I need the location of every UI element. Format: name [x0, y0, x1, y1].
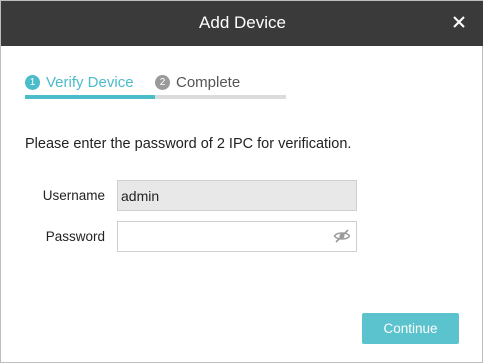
username-field[interactable]: [117, 180, 357, 211]
close-icon[interactable]: [448, 11, 470, 33]
password-field[interactable]: [117, 221, 357, 252]
eye-slash-icon[interactable]: [333, 228, 351, 244]
password-label: Password: [45, 229, 105, 244]
step-number: 2: [155, 74, 170, 90]
step-number: 1: [25, 74, 40, 90]
add-device-dialog: Add Device 1 Verify Device 2 Complete Pl…: [0, 0, 483, 363]
instruction-text: Please enter the password of 2 IPC for v…: [25, 136, 352, 152]
step-complete: 2 Complete: [155, 71, 240, 93]
step-label: Verify Device: [46, 73, 134, 91]
dialog-title: Add Device: [199, 13, 286, 32]
username-label: Username: [42, 188, 105, 203]
step-label: Complete: [176, 73, 241, 91]
step-progress-active: [25, 95, 155, 99]
step-verify-device: 1 Verify Device: [25, 71, 134, 93]
continue-button[interactable]: Continue: [362, 313, 459, 344]
step-indicator: 1 Verify Device 2 Complete: [25, 71, 286, 101]
step-progress-pending: [155, 95, 286, 99]
title-bar: Add Device: [1, 1, 483, 46]
